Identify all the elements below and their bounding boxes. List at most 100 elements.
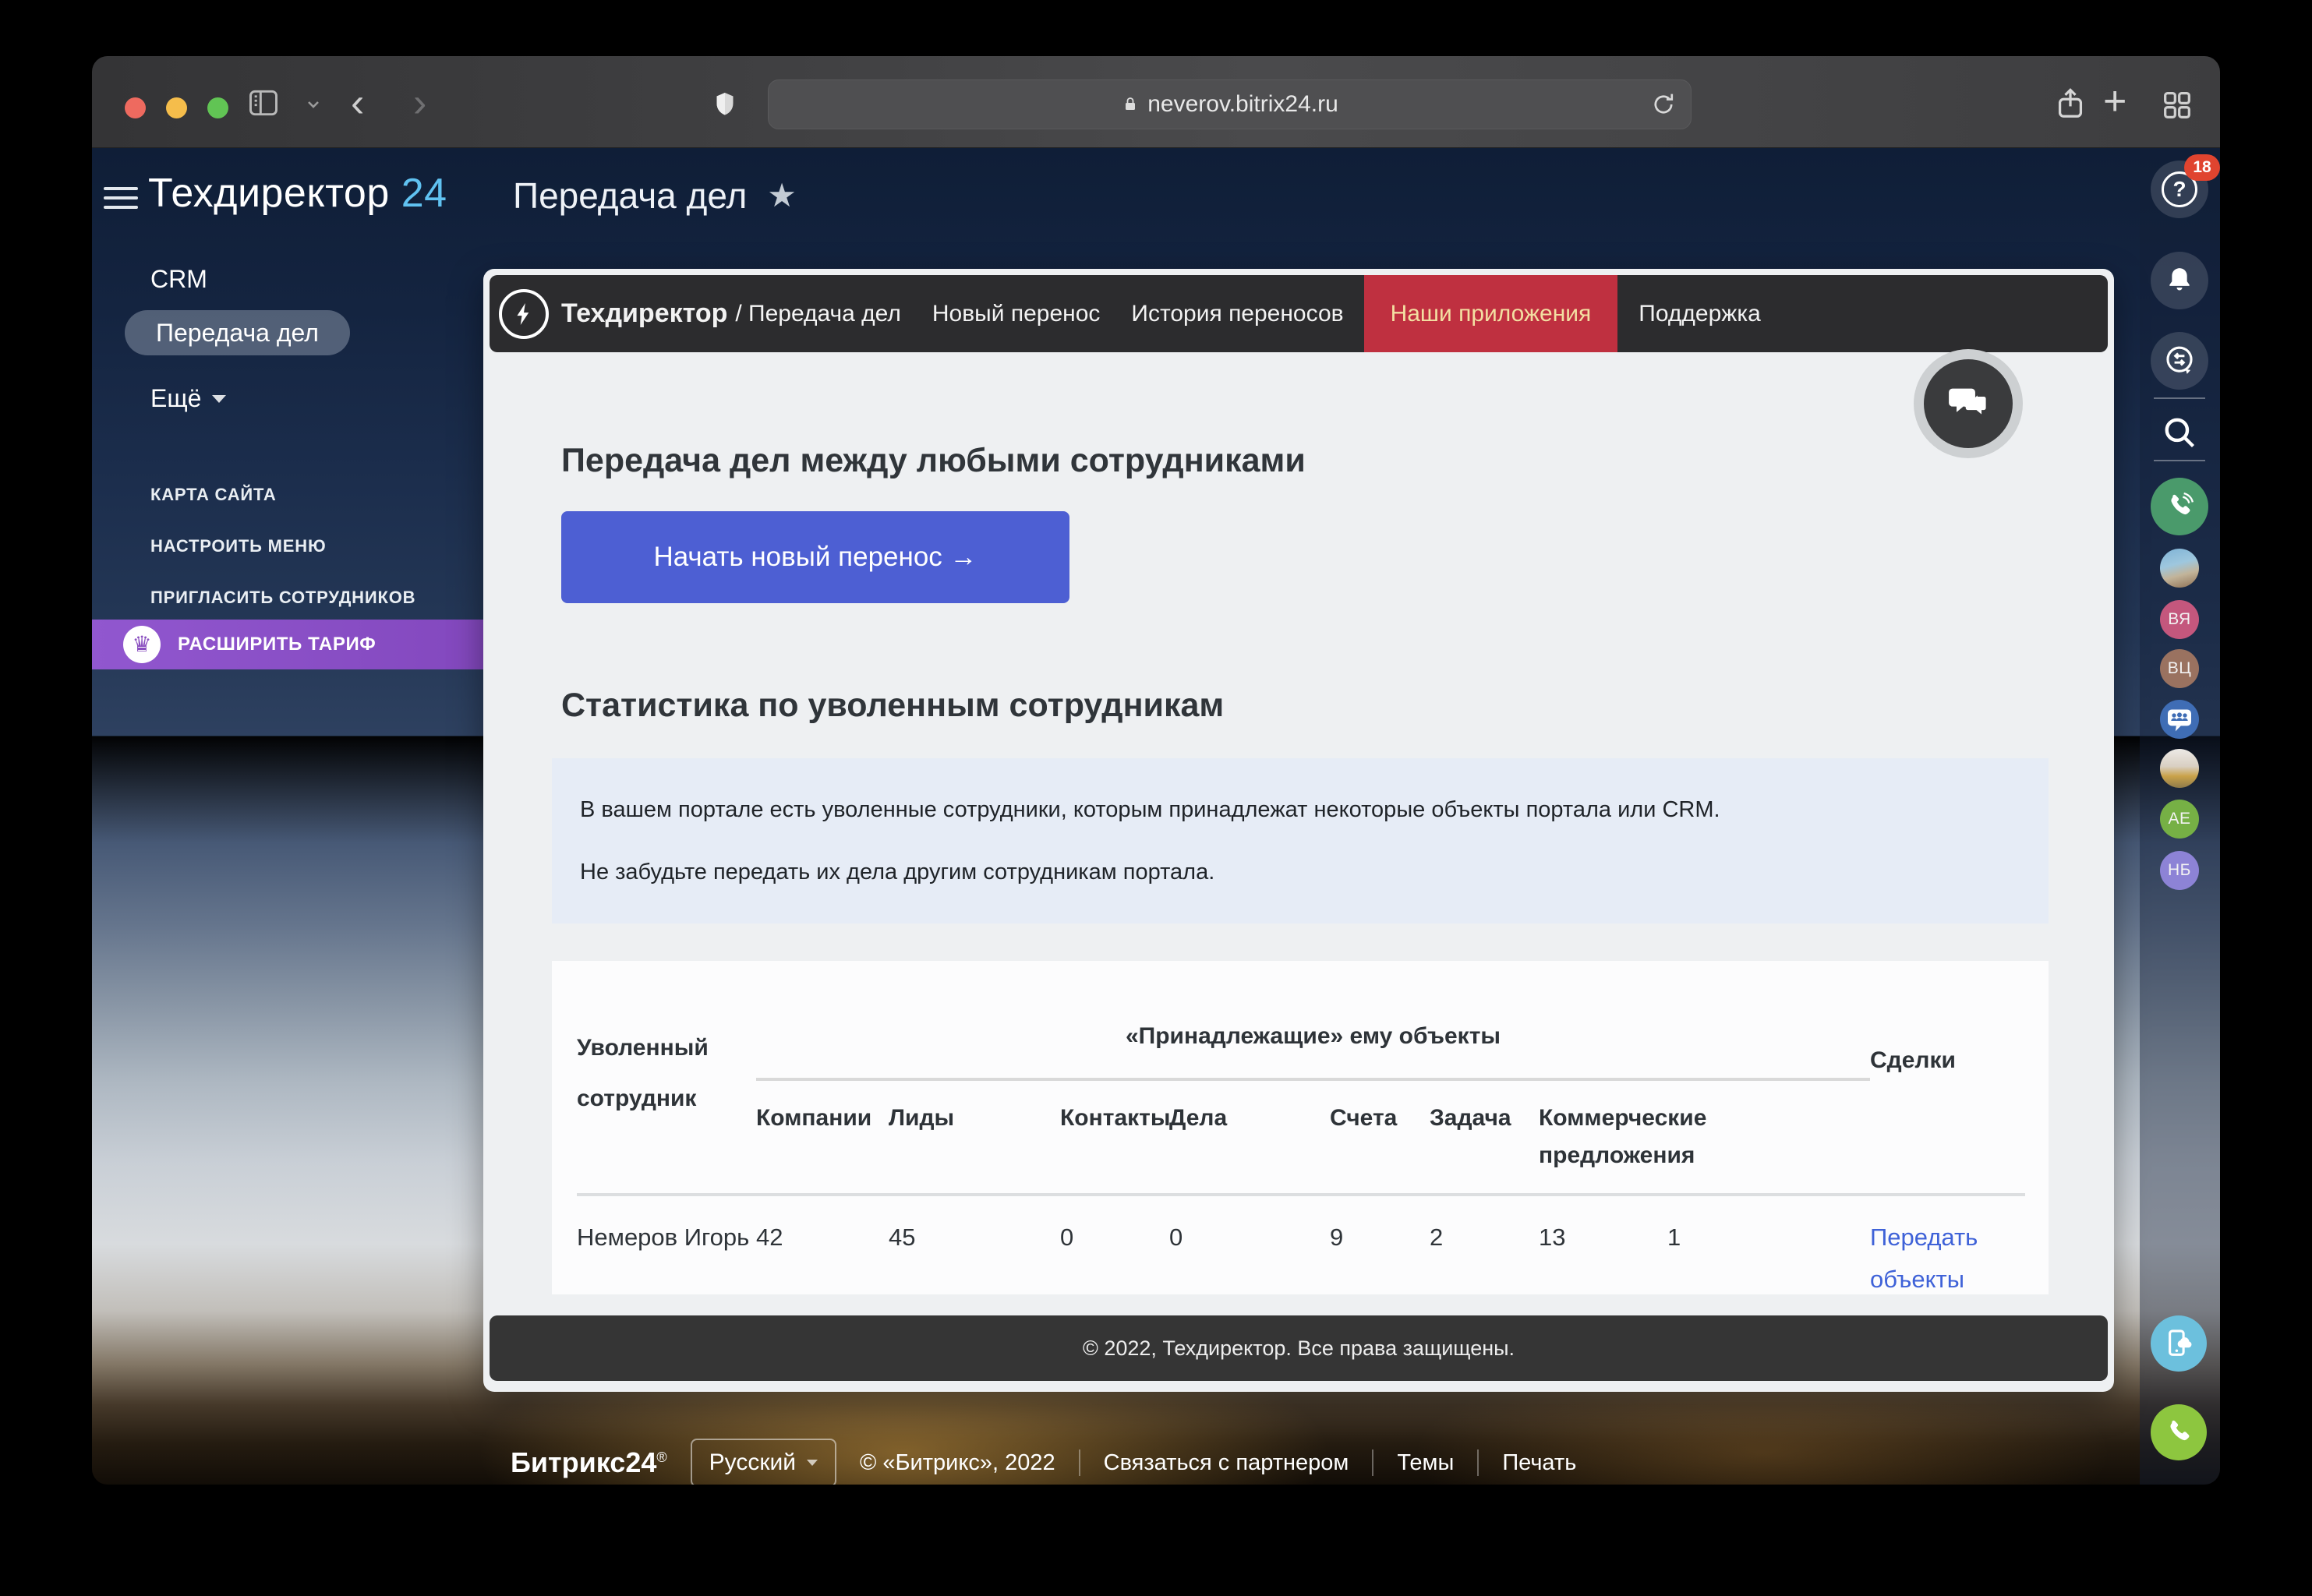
mobile-app-button[interactable] [2151, 1315, 2207, 1372]
sidebar-item-more[interactable]: Ещё [150, 384, 226, 413]
favorite-star-icon[interactable]: ★ [767, 179, 797, 212]
transfer-objects-link[interactable]: Передать объекты [1870, 1196, 2025, 1301]
language-selector[interactable]: Русский [691, 1439, 836, 1485]
search-icon [2160, 413, 2199, 452]
browser-titlebar: ‹ › neverov.bitrix24.ru + [92, 56, 2220, 148]
messenger-icon [2162, 344, 2197, 378]
nav-support[interactable]: Поддержка [1639, 301, 1761, 327]
cell-employee-name: Немеров Игорь [577, 1196, 756, 1301]
page-title: Передача дел [513, 175, 747, 217]
stats-table-panel: Уволенный сотрудник «Принадлежащие» ему … [552, 961, 2049, 1294]
nav-transfer-history[interactable]: История переносов [1131, 301, 1343, 327]
sidebar-item-transfer-active[interactable]: Передача дел [125, 310, 350, 355]
user-avatar-initials[interactable]: АЕ [2160, 800, 2199, 839]
nav-our-apps[interactable]: Наши приложения [1364, 275, 1618, 352]
user-avatar-initials[interactable]: ВЯ [2160, 600, 2199, 639]
app-brand[interactable]: Техдиректор [561, 298, 727, 329]
help-notification-badge: 18 [2184, 154, 2220, 181]
footer-separator [1079, 1449, 1080, 1476]
share-icon[interactable] [2052, 84, 2088, 123]
footer-copyright: © «Битрикс», 2022 [860, 1450, 1055, 1476]
footer-link-partner[interactable]: Связаться с партнером [1104, 1450, 1349, 1476]
notifications-button[interactable] [2151, 252, 2208, 309]
column-header-activities: Дела [1169, 1081, 1330, 1174]
app-frame: Техдиректор / Передача дел Новый перенос… [483, 269, 2114, 1392]
group-chat-avatar[interactable] [2160, 700, 2199, 739]
stats-notice-panel: В вашем портале есть уволенные сотрудник… [552, 758, 2049, 923]
sidebar-link-sitemap[interactable]: КАРТА САЙТА [150, 485, 277, 505]
page-viewport: Техдиректор 24 Передача дел ★ CRM Переда… [92, 148, 2220, 1485]
chat-fab-button[interactable] [1924, 359, 2013, 448]
address-bar[interactable]: neverov.bitrix24.ru [768, 79, 1692, 129]
column-header-companies: Компании [756, 1081, 889, 1174]
portal-logo-suffix: 24 [401, 171, 447, 216]
zoom-window-button[interactable] [207, 97, 228, 118]
menu-hamburger-icon[interactable] [104, 187, 138, 210]
phone-icon [2164, 491, 2195, 522]
notice-line-2: Не забудьте передать их дела другим сотр… [580, 860, 1214, 885]
reload-icon[interactable] [1650, 91, 1677, 124]
hero-title: Передача дел между любыми сотрудниками [561, 442, 1306, 480]
column-header-tasks: Задача [1430, 1081, 1539, 1174]
column-group-header: «Принадлежащие» ему объекты [756, 1023, 1870, 1081]
phone-handset-icon [2163, 1417, 2194, 1448]
cell-contacts: 0 [1169, 1196, 1330, 1301]
bell-icon [2164, 265, 2195, 296]
registered-mark: ® [656, 1449, 666, 1465]
upgrade-plan-banner[interactable]: ♛ РАСШИРИТЬ ТАРИФ [92, 620, 483, 669]
lock-icon [1121, 94, 1140, 115]
cell-invoices: 2 [1430, 1196, 1539, 1301]
sidebar-toggle-icon[interactable] [246, 86, 281, 120]
user-avatar-initials[interactable]: ВЦ [2160, 649, 2199, 688]
column-header-leads: Лиды [889, 1081, 1060, 1174]
sidebar-link-configure-menu[interactable]: НАСТРОИТЬ МЕНЮ [150, 536, 326, 556]
user-avatar-initials[interactable]: НБ [2160, 851, 2199, 890]
dismissed-employees-table: Уволенный сотрудник «Принадлежащие» ему … [552, 961, 2049, 1301]
column-header-deals: Сделки [1870, 1023, 2025, 1081]
toolbar-divider [2154, 397, 2205, 399]
crown-icon: ♛ [123, 626, 161, 663]
close-window-button[interactable] [125, 97, 146, 118]
footer-separator [1477, 1449, 1479, 1476]
toolbar-divider [2154, 460, 2205, 461]
url-text: neverov.bitrix24.ru [1147, 91, 1338, 118]
new-tab-button[interactable]: + [2103, 78, 2126, 125]
tab-overview-icon[interactable] [2159, 87, 2195, 123]
site-footer: Битрикс24® Русский © «Битрикс», 2022 Свя… [511, 1439, 1576, 1485]
cell-activities: 9 [1330, 1196, 1430, 1301]
mobile-app-icon [2162, 1327, 2195, 1360]
chevron-down-icon [807, 1460, 818, 1466]
cell-quotes: 1 [1667, 1196, 1870, 1301]
browser-window: ‹ › neverov.bitrix24.ru + [92, 56, 2220, 1485]
forward-button[interactable]: › [413, 83, 426, 123]
footer-link-print[interactable]: Печать [1502, 1450, 1576, 1476]
column-header-employee: Уволенный сотрудник [577, 1023, 756, 1174]
callback-button[interactable] [2151, 1404, 2207, 1460]
minimize-window-button[interactable] [166, 97, 187, 118]
page-title-row: Передача дел ★ [513, 175, 797, 217]
sidebar-item-crm[interactable]: CRM [150, 265, 207, 294]
telephony-button[interactable] [2151, 478, 2208, 535]
column-header-invoices: Счета [1330, 1081, 1430, 1174]
column-header-contacts: Контакты [1060, 1081, 1169, 1174]
back-button[interactable]: ‹ [351, 83, 364, 123]
footer-separator [1372, 1449, 1373, 1476]
upgrade-plan-label: РАСШИРИТЬ ТАРИФ [178, 634, 376, 655]
app-footer: © 2022, Техдиректор. Все права защищены. [490, 1315, 2108, 1381]
sidebar-link-invite-employees[interactable]: ПРИГЛАСИТЬ СОТРУДНИКОВ [150, 588, 415, 608]
lightning-logo-icon [499, 289, 549, 339]
messenger-button[interactable] [2151, 332, 2208, 390]
start-transfer-button[interactable]: Начать новый перенос → [561, 511, 1069, 603]
privacy-shield-icon[interactable] [711, 87, 739, 122]
bitrix24-logo[interactable]: Битрикс24® [511, 1446, 667, 1479]
user-avatar-photo[interactable] [2160, 549, 2199, 588]
user-group-avatar-photo[interactable] [2160, 749, 2199, 788]
chevron-down-icon [212, 395, 226, 403]
search-button[interactable] [2160, 413, 2199, 456]
group-chat-icon [2164, 704, 2195, 735]
footer-link-themes[interactable]: Темы [1397, 1450, 1454, 1476]
portal-logo[interactable]: Техдиректор 24 [148, 170, 447, 217]
chevron-down-icon[interactable] [304, 95, 323, 114]
nav-new-transfer[interactable]: Новый перенос [932, 301, 1101, 327]
column-header-quotes: Коммерческие предложения [1539, 1081, 1667, 1174]
